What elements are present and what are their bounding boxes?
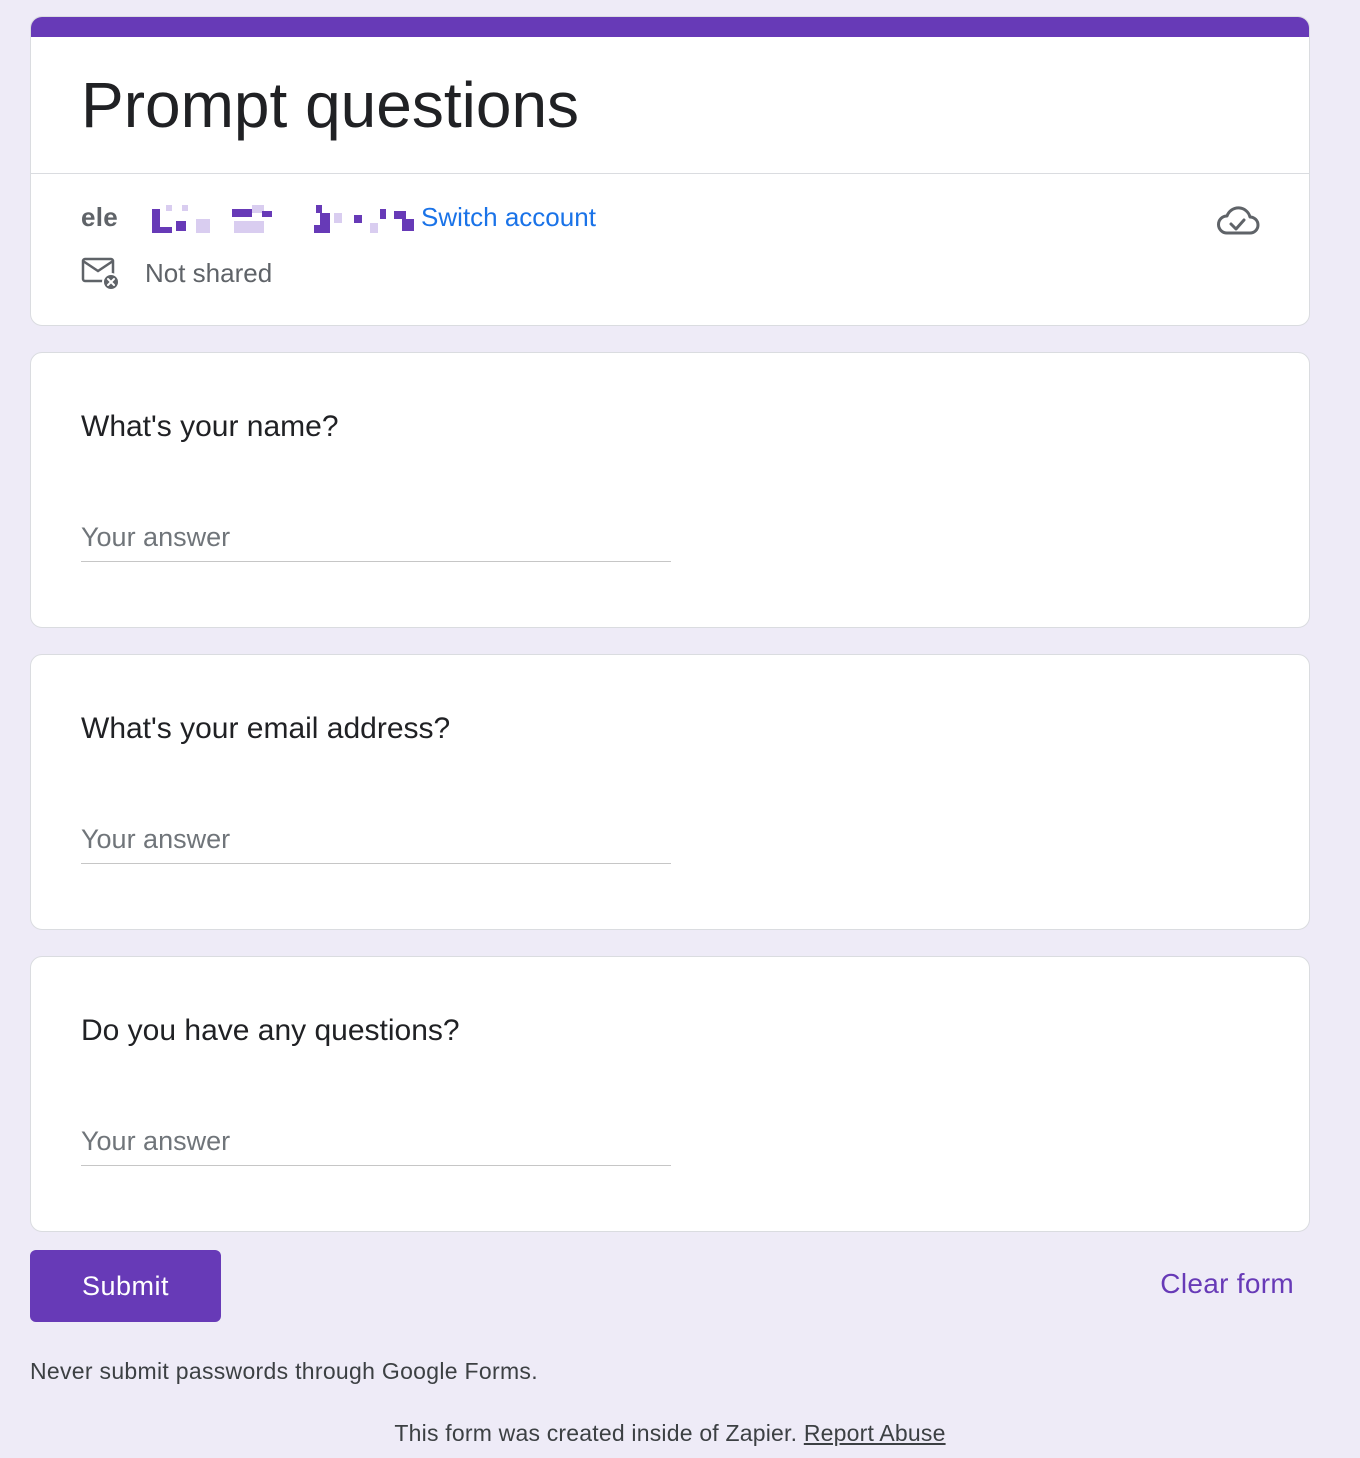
account-email: ele	[81, 201, 119, 232]
question-title: Do you have any questions?	[81, 1014, 460, 1047]
question-title: What's your name?	[81, 410, 339, 443]
share-status-row: Not shared	[81, 253, 272, 293]
form-container: Prompt questions ele Switch account Not …	[30, 16, 1310, 1446]
cloud-done-icon	[1217, 206, 1260, 235]
header-divider	[31, 173, 1309, 174]
submit-button[interactable]: Submit	[30, 1250, 221, 1322]
name-answer-input[interactable]	[81, 513, 671, 562]
share-status-text: Not shared	[145, 257, 273, 288]
question-card-email: What's your email address?	[30, 654, 1310, 930]
switch-account-link[interactable]: Switch account	[421, 202, 596, 233]
question-card-questions: Do you have any questions?	[30, 956, 1310, 1232]
clear-form-button[interactable]: Clear form	[1160, 1268, 1294, 1300]
form-title: Prompt questions	[81, 69, 580, 141]
footer-text: This form was created inside of Zapier.	[394, 1420, 798, 1446]
question-card-name: What's your name?	[30, 352, 1310, 628]
footer: This form was created inside of Zapier. …	[30, 1420, 1310, 1447]
accent-stripe	[31, 17, 1309, 37]
password-warning: Never submit passwords through Google Fo…	[30, 1358, 538, 1384]
form-header-card: Prompt questions ele Switch account Not …	[30, 16, 1310, 326]
questions-answer-input[interactable]	[81, 1117, 671, 1166]
form-actions: Submit Clear form	[30, 1250, 1310, 1322]
account-row: ele Switch account	[81, 197, 596, 237]
question-title: What's your email address?	[81, 712, 451, 745]
email-answer-input[interactable]	[81, 815, 671, 864]
redacted-email	[124, 199, 419, 235]
mail-not-shared-icon	[81, 257, 120, 291]
report-abuse-link[interactable]: Report Abuse	[804, 1420, 946, 1446]
